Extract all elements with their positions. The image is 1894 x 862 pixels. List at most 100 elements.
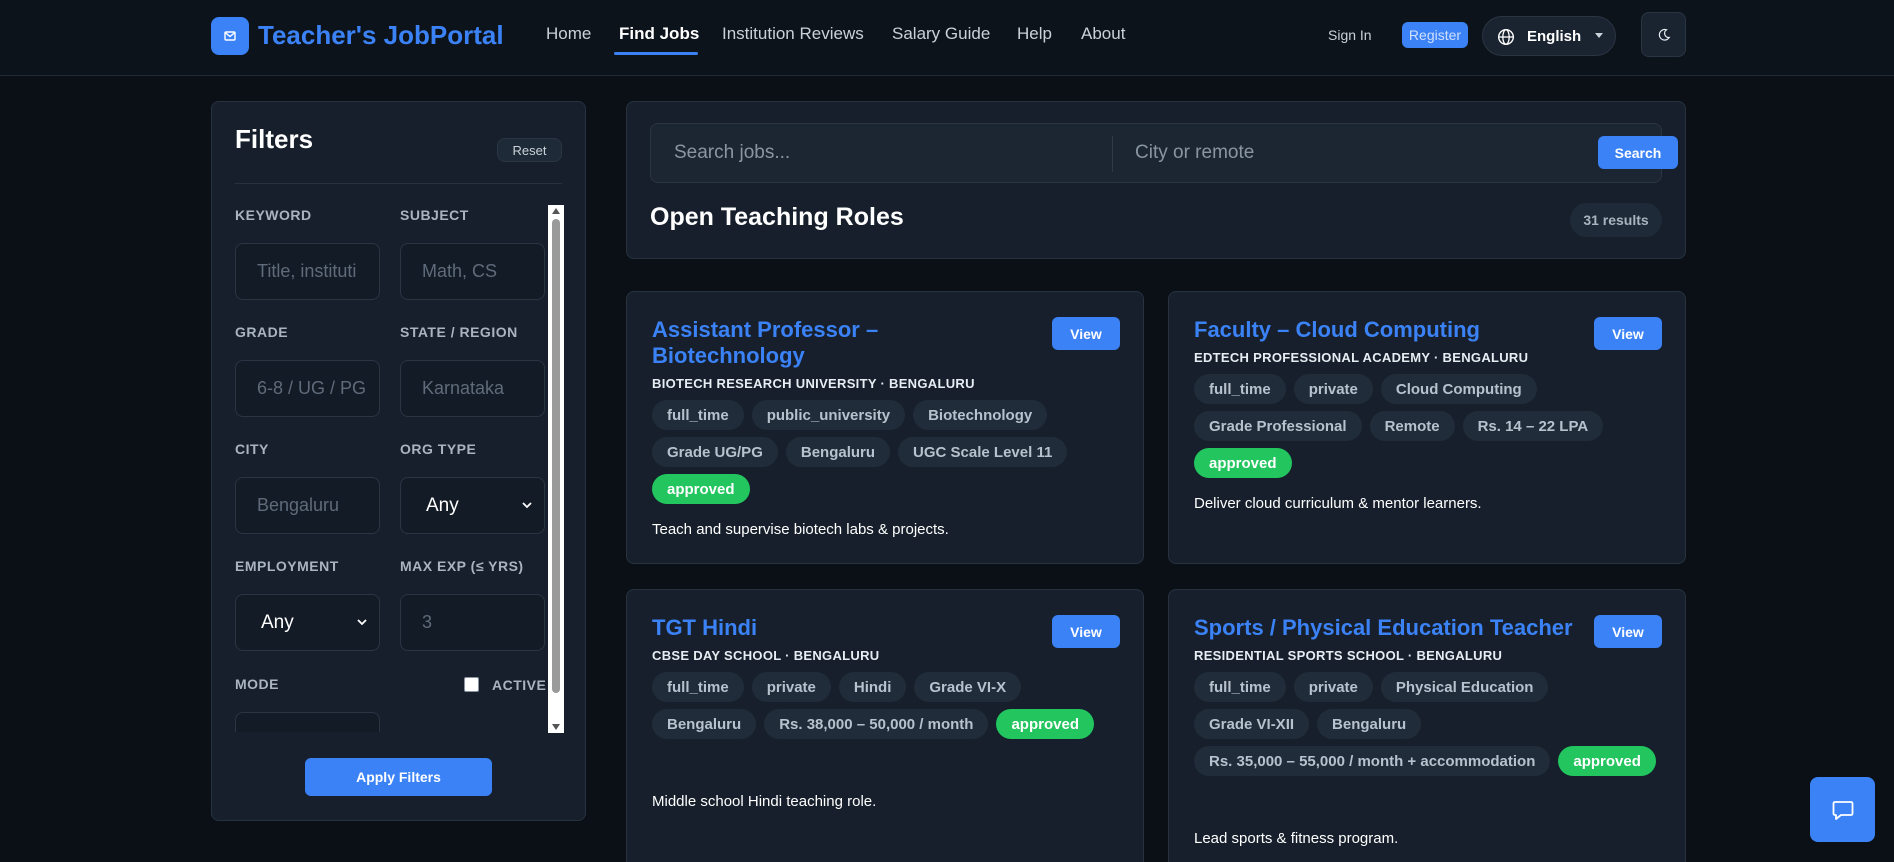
nav-home[interactable]: Home (546, 24, 591, 44)
nav-help[interactable]: Help (1017, 24, 1052, 44)
language-selector[interactable]: English (1482, 16, 1616, 56)
chat-button[interactable] (1810, 777, 1875, 842)
job-tag: Bengaluru (785, 437, 891, 467)
apply-filters-button[interactable]: Apply Filters (305, 758, 492, 796)
active-checkbox[interactable] (464, 677, 479, 692)
job-tag: Grade UG/PG (652, 437, 778, 467)
job-tag: Remote (1369, 411, 1455, 441)
city-search-input[interactable]: City or remote (1135, 142, 1254, 164)
employment-select[interactable]: Any (235, 594, 380, 651)
status-badge: approved (1558, 746, 1656, 776)
job-tag: Physical Education (1380, 672, 1549, 702)
job-tag: Bengaluru (1317, 709, 1422, 739)
job-tags: full_time private Hindi Grade VI-X Benga… (652, 672, 1127, 739)
search-panel: Search jobs... City or remote Search Ope… (626, 101, 1686, 259)
chevron-down-icon (522, 502, 532, 509)
results-count-badge: 31 results (1570, 203, 1662, 237)
job-card: Assistant Professor – Biotechnology View… (626, 291, 1144, 564)
max-exp-input[interactable]: 3 (400, 594, 545, 651)
keyword-label: KEYWORD (235, 207, 312, 223)
job-tag: full_time (652, 400, 744, 430)
nav-institution-reviews[interactable]: Institution Reviews (722, 24, 864, 44)
job-tag: Rs. 38,000 – 50,000 / month (764, 709, 989, 739)
job-organization: EDTECH PROFESSIONAL ACADEMY · BENGALURU (1194, 350, 1529, 365)
job-tag: Grade Professional (1194, 411, 1362, 441)
job-tag: full_time (652, 672, 744, 702)
job-title-line: Sports / Physical Education Teacher (1194, 615, 1573, 640)
job-tag: full_time (1194, 374, 1286, 404)
theme-toggle-button[interactable] (1641, 12, 1686, 57)
city-label: CITY (235, 441, 269, 457)
job-title-line: Assistant Professor – (652, 317, 879, 342)
chevron-down-icon (357, 619, 367, 626)
job-tag: Bengaluru (652, 709, 757, 739)
job-tag: Hindi (838, 672, 907, 702)
view-job-button[interactable]: View (1594, 317, 1662, 350)
filters-panel: Filters Reset KEYWORD SUBJECT Title, ins… (211, 101, 586, 821)
logo-mail-icon[interactable] (211, 17, 249, 55)
job-tags: full_time private Cloud Computing Grade … (1194, 374, 1669, 478)
job-title[interactable]: Sports / Physical Education Teacher (1194, 615, 1573, 641)
view-job-button[interactable]: View (1594, 615, 1662, 648)
top-navbar: Teacher's JobPortal Home Find Jobs Insti… (0, 0, 1894, 76)
job-title[interactable]: Assistant Professor – Biotechnology (652, 317, 878, 369)
org-type-value: Any (426, 494, 459, 516)
status-badge: approved (1194, 448, 1292, 478)
nav-find-jobs[interactable]: Find Jobs (619, 24, 699, 44)
nav-about[interactable]: About (1081, 24, 1125, 44)
job-tag: Rs. 35,000 – 55,000 / month + accommodat… (1194, 746, 1551, 776)
state-input[interactable]: Karnataka (400, 360, 545, 417)
job-description: Lead sports & fitness program. (1194, 830, 1399, 847)
language-label: English (1527, 28, 1582, 45)
grade-input[interactable]: 6-8 / UG / PG (235, 360, 380, 417)
job-card: Sports / Physical Education Teacher View… (1168, 589, 1686, 862)
search-button[interactable]: Search (1598, 136, 1678, 169)
sign-in-link[interactable]: Sign In (1328, 27, 1372, 43)
reset-filters-button[interactable]: Reset (497, 138, 562, 162)
scrollbar-thumb[interactable] (552, 219, 560, 693)
globe-icon (1497, 28, 1515, 46)
employment-label: EMPLOYMENT (235, 558, 339, 574)
job-tag: UGC Scale Level 11 (898, 437, 1068, 467)
job-description: Middle school Hindi teaching role. (652, 793, 877, 810)
filters-title: Filters (235, 124, 314, 154)
mode-select[interactable] (235, 712, 380, 732)
job-title-line: Faculty – Cloud Computing (1194, 317, 1480, 342)
org-type-select[interactable]: Any (400, 477, 545, 534)
search-bar: Search jobs... City or remote Search (650, 123, 1678, 183)
keyword-input[interactable]: Title, instituti (235, 243, 380, 300)
scroll-up-arrow-icon[interactable] (552, 208, 560, 214)
job-card: Faculty – Cloud Computing View EDTECH PR… (1168, 291, 1686, 564)
job-title[interactable]: Faculty – Cloud Computing (1194, 317, 1480, 343)
filters-scrollbar[interactable] (548, 205, 564, 733)
state-label: STATE / REGION (400, 324, 518, 340)
job-tag: private (1293, 672, 1373, 702)
scroll-down-arrow-icon[interactable] (552, 724, 560, 730)
job-tag: public_university (751, 400, 906, 430)
job-title-line: Biotechnology (652, 343, 805, 368)
caret-down-icon (1595, 33, 1603, 38)
job-tag: Biotechnology (913, 400, 1048, 430)
job-title[interactable]: TGT Hindi (652, 615, 757, 641)
brand-name[interactable]: Teacher's JobPortal (258, 20, 504, 51)
view-job-button[interactable]: View (1052, 317, 1120, 350)
employment-value: Any (261, 611, 294, 633)
register-button[interactable]: Register (1402, 22, 1468, 48)
job-tag: Cloud Computing (1380, 374, 1537, 404)
max-exp-label: MAX EXP (≤ YRS) (400, 558, 524, 574)
subject-input[interactable]: Math, CS (400, 243, 545, 300)
nav-salary-guide[interactable]: Salary Guide (892, 24, 990, 44)
job-tag: private (751, 672, 831, 702)
city-input[interactable]: Bengaluru (235, 477, 380, 534)
subject-label: SUBJECT (400, 207, 469, 223)
grade-label: GRADE (235, 324, 289, 340)
chat-icon (1832, 800, 1853, 820)
org-type-label: ORG TYPE (400, 441, 477, 457)
active-nav-indicator (614, 52, 698, 55)
job-tags: full_time public_university Biotechnolog… (652, 400, 1127, 504)
job-organization: RESIDENTIAL SPORTS SCHOOL · BENGALURU (1194, 648, 1503, 663)
job-search-input[interactable]: Search jobs... (674, 142, 790, 164)
job-title-line: TGT Hindi (652, 615, 758, 640)
view-job-button[interactable]: View (1052, 615, 1120, 648)
mode-label: MODE (235, 676, 279, 692)
